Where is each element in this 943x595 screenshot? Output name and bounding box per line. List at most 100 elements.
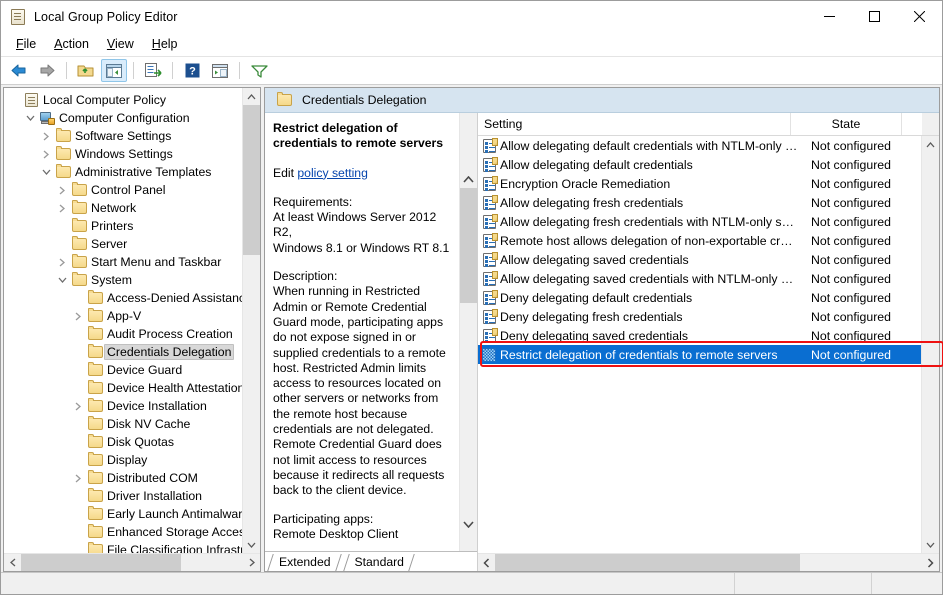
settings-list-row[interactable]: Allow delegating default credentials wit…	[478, 136, 921, 155]
tree-item-device-installation[interactable]: Device Installation	[4, 397, 242, 415]
tree-item-label: Device Guard	[104, 362, 185, 378]
scroll-left-icon[interactable]	[4, 554, 21, 571]
tree-hscroll-thumb[interactable]	[21, 554, 181, 571]
scroll-up-icon[interactable]	[460, 171, 477, 188]
tab-extended[interactable]: Extended	[267, 553, 341, 571]
tree-vertical-scrollbar[interactable]	[242, 88, 260, 553]
tree-item-disk-quotas[interactable]: Disk Quotas	[4, 433, 242, 451]
chevron-right-icon[interactable]	[54, 254, 70, 270]
settings-list[interactable]: Allow delegating default credentials wit…	[478, 136, 921, 553]
tree-item-audit-process-creation[interactable]: Audit Process Creation	[4, 325, 242, 343]
description-vertical-scrollbar[interactable]	[459, 113, 477, 551]
menu-action[interactable]: Action	[45, 34, 98, 54]
tree-item-icon	[86, 364, 104, 376]
export-list-icon[interactable]	[140, 59, 166, 82]
settings-list-row[interactable]: Allow delegating saved credentialsNot co…	[478, 250, 921, 269]
tree-item-software-settings[interactable]: Software Settings	[4, 127, 242, 145]
tree-item-start-menu-and-taskbar[interactable]: Start Menu and Taskbar	[4, 253, 242, 271]
tree-item-credentials-delegation[interactable]: Credentials Delegation	[4, 343, 242, 361]
list-vertical-scrollbar[interactable]	[921, 136, 939, 553]
chevron-down-icon[interactable]	[22, 110, 38, 126]
tree-item-device-guard[interactable]: Device Guard	[4, 361, 242, 379]
list-hscroll-thumb[interactable]	[495, 554, 800, 571]
tree-item-server[interactable]: Server	[4, 235, 242, 253]
filter-icon[interactable]	[246, 59, 272, 82]
chevron-right-icon[interactable]	[38, 146, 54, 162]
tree-scroll-track[interactable]	[243, 105, 260, 536]
chevron-right-icon[interactable]	[38, 128, 54, 144]
list-scroll-track[interactable]	[922, 153, 939, 536]
settings-list-row[interactable]: Deny delegating saved credentialsNot con…	[478, 326, 921, 345]
tree-item-file-classification-infrastru[interactable]: File Classification Infrastru	[4, 541, 242, 553]
scroll-up-icon[interactable]	[243, 88, 260, 105]
tree-item-icon	[86, 526, 104, 538]
description-scroll-track[interactable]	[460, 188, 477, 516]
settings-list-row-selected[interactable]: Restrict delegation of credentials to re…	[478, 345, 921, 364]
tree-item-distributed-com[interactable]: Distributed COM	[4, 469, 242, 487]
show-hide-tree-icon[interactable]	[101, 59, 127, 82]
scroll-right-icon[interactable]	[922, 554, 939, 571]
scroll-left-icon[interactable]	[478, 554, 495, 571]
settings-list-row[interactable]: Allow delegating fresh credentials with …	[478, 212, 921, 231]
settings-list-row[interactable]: Deny delegating fresh credentialsNot con…	[478, 307, 921, 326]
close-icon[interactable]	[897, 1, 942, 32]
forward-icon[interactable]	[34, 59, 60, 82]
menu-help[interactable]: Help	[143, 34, 187, 54]
settings-list-row[interactable]: Remote host allows delegation of non-exp…	[478, 231, 921, 250]
chevron-right-icon[interactable]	[70, 470, 86, 486]
list-horizontal-scrollbar[interactable]	[478, 553, 939, 571]
tree-item-early-launch-antimalware[interactable]: Early Launch Antimalware	[4, 505, 242, 523]
properties-icon[interactable]	[207, 59, 233, 82]
tree-item-system[interactable]: System	[4, 271, 242, 289]
scroll-right-icon[interactable]	[243, 554, 260, 571]
policy-setting-link[interactable]: policy setting	[297, 166, 367, 180]
settings-list-row[interactable]: Encryption Oracle RemediationNot configu…	[478, 174, 921, 193]
menu-view[interactable]: View	[98, 34, 143, 54]
chevron-right-icon[interactable]	[54, 200, 70, 216]
scroll-down-icon[interactable]	[922, 536, 939, 553]
settings-list-row[interactable]: Allow delegating default credentialsNot …	[478, 155, 921, 174]
scroll-down-icon[interactable]	[243, 536, 260, 553]
tree-hscroll-track[interactable]	[21, 554, 243, 571]
up-folder-icon[interactable]	[73, 59, 99, 82]
scroll-up-icon[interactable]	[922, 136, 939, 153]
tree-item-device-health-attestation-s[interactable]: Device Health Attestation S	[4, 379, 242, 397]
tree-item-access-denied-assistance[interactable]: Access-Denied Assistance	[4, 289, 242, 307]
maximize-icon[interactable]	[852, 1, 897, 32]
minimize-icon[interactable]	[807, 1, 852, 32]
tree-item-computer-configuration[interactable]: Computer Configuration	[4, 109, 242, 127]
tree-item-app-v[interactable]: App-V	[4, 307, 242, 325]
back-icon[interactable]	[6, 59, 32, 82]
chevron-right-icon[interactable]	[70, 308, 86, 324]
scroll-down-icon[interactable]	[460, 516, 477, 533]
tree-horizontal-scrollbar[interactable]	[4, 553, 260, 571]
column-header-setting[interactable]: Setting	[478, 113, 791, 135]
tree-item-enhanced-storage-access[interactable]: Enhanced Storage Access	[4, 523, 242, 541]
settings-list-row[interactable]: Allow delegating saved credentials with …	[478, 269, 921, 288]
tree-item-disk-nv-cache[interactable]: Disk NV Cache	[4, 415, 242, 433]
tree-item-display[interactable]: Display	[4, 451, 242, 469]
help-icon[interactable]: ?	[179, 59, 205, 82]
tree-item-network[interactable]: Network	[4, 199, 242, 217]
tree-item-administrative-templates[interactable]: Administrative Templates	[4, 163, 242, 181]
chevron-right-icon[interactable]	[54, 182, 70, 198]
settings-list-row[interactable]: Deny delegating default credentialsNot c…	[478, 288, 921, 307]
settings-list-row[interactable]: Allow delegating fresh credentialsNot co…	[478, 193, 921, 212]
policy-tree[interactable]: Local Computer PolicyComputer Configurat…	[4, 88, 242, 553]
list-hscroll-track[interactable]	[495, 554, 922, 571]
chevron-down-icon[interactable]	[54, 272, 70, 288]
row-icon	[478, 139, 500, 153]
menu-file[interactable]: File	[7, 34, 45, 54]
column-header-comment[interactable]	[902, 113, 922, 135]
column-header-state[interactable]: State	[791, 113, 902, 135]
tree-item-driver-installation[interactable]: Driver Installation	[4, 487, 242, 505]
tab-standard[interactable]: Standard	[343, 553, 414, 571]
description-scroll-thumb[interactable]	[460, 188, 477, 303]
chevron-right-icon[interactable]	[70, 398, 86, 414]
tree-item-control-panel[interactable]: Control Panel	[4, 181, 242, 199]
tree-item-windows-settings[interactable]: Windows Settings	[4, 145, 242, 163]
chevron-down-icon[interactable]	[38, 164, 54, 180]
tree-item-local-computer-policy[interactable]: Local Computer Policy	[4, 91, 242, 109]
tree-item-printers[interactable]: Printers	[4, 217, 242, 235]
tree-scroll-thumb[interactable]	[243, 105, 260, 255]
